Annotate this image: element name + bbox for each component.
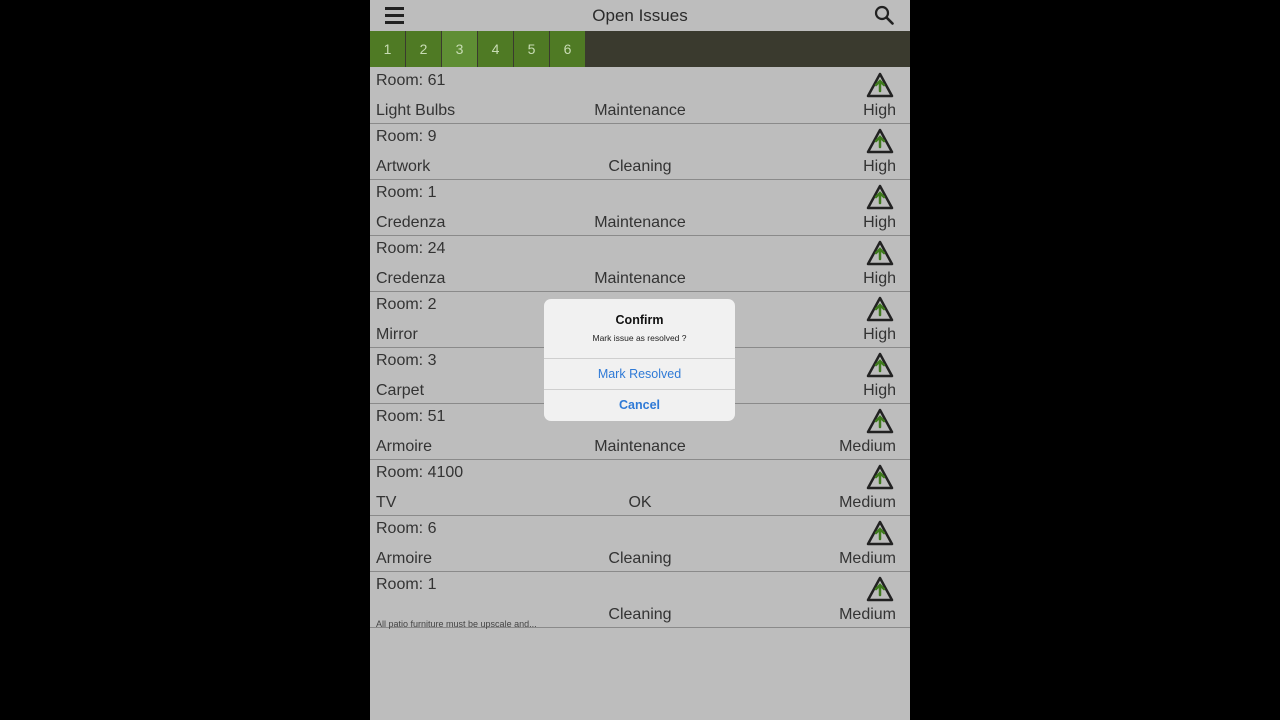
app-screen: Open Issues 1 2 3 4 5 6 Room: 61 Light B…	[370, 0, 910, 720]
cancel-button[interactable]: Cancel	[544, 389, 735, 421]
dialog-message: Mark issue as resolved ?	[592, 333, 687, 343]
mark-resolved-button[interactable]: Mark Resolved	[544, 358, 735, 390]
dialog-title: Confirm	[615, 313, 664, 327]
confirm-dialog: Confirm Mark issue as resolved ? Mark Re…	[544, 299, 735, 421]
modal-overlay: Confirm Mark issue as resolved ? Mark Re…	[370, 0, 910, 720]
